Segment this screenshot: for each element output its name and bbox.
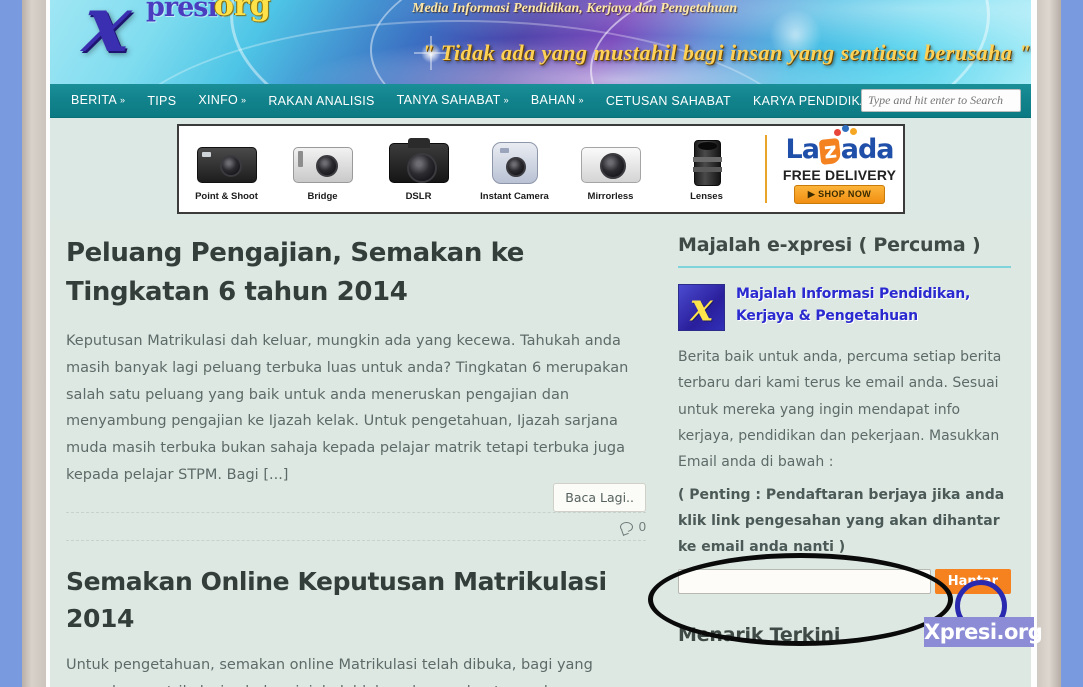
nav-label: KARYA PENDIDIKAN <box>752 93 879 108</box>
main-navigation: BERITA» TIPS XINFO» RAKAN ANALISIS TANYA… <box>50 84 1031 118</box>
ad-camera-lenses[interactable]: Lenses <box>659 126 755 212</box>
post-article: Semakan Online Keputusan Matrikulasi 201… <box>66 563 646 687</box>
post-title[interactable]: Semakan Online Keputusan Matrikulasi 201… <box>66 563 646 638</box>
comment-count: 0 <box>638 518 646 534</box>
lazada-ada: ada <box>840 134 895 165</box>
lazada-dots-decor <box>834 125 860 137</box>
nav-label: BAHAN <box>530 93 576 107</box>
lazada-la: La <box>785 134 819 165</box>
post-excerpt: Keputusan Matrikulasi dah keluar, mungki… <box>66 333 629 484</box>
nav-label: XINFO <box>198 93 239 107</box>
chevron-down-icon: » <box>120 95 126 105</box>
ad-camera-label: Mirrorless <box>587 190 634 202</box>
nav-item-tanya-sahabat[interactable]: TANYA SAHABAT» <box>386 83 520 118</box>
ad-camera-dslr[interactable]: DSLR <box>371 126 467 212</box>
lens-icon <box>670 137 744 189</box>
camera-icon <box>382 137 456 189</box>
ad-camera-label: Instant Camera <box>480 190 549 202</box>
lazada-logo: La z ada <box>785 125 895 165</box>
post-article: Peluang Pengajian, Semakan ke Tingkatan … <box>66 234 646 541</box>
banner-tagline: Media Informasi Pendidikan, Kerjaya dan … <box>412 1 738 16</box>
page-content: Peluang Pengajian, Semakan ke Tingkatan … <box>50 220 1031 687</box>
main-column: Peluang Pengajian, Semakan ke Tingkatan … <box>66 234 666 687</box>
post-excerpt: Untuk pengetahuan, semakan online Matrik… <box>66 656 623 687</box>
chevron-down-icon: » <box>578 95 584 105</box>
page-right-edge-strip <box>1037 0 1061 687</box>
post-meta: 0 <box>66 511 646 541</box>
magazine-promo-block: Majalah Informasi Pendidikan, Kerjaya & … <box>678 284 1011 331</box>
logo-text-org: org <box>214 0 271 23</box>
lazada-camera-ad[interactable]: Point & Shoot Bridge DSLR Instant Camera… <box>176 124 905 214</box>
nav-item-tips[interactable]: TIPS <box>136 84 187 118</box>
ad-camera-label: Lenses <box>690 190 723 202</box>
subscribe-form: Hantar <box>678 568 1011 594</box>
chevron-down-icon: » <box>503 95 509 105</box>
lazada-z: z <box>818 138 841 165</box>
subscribe-note-text: ( Penting : Pendaftaran berjaya jika and… <box>678 486 1005 556</box>
ad-camera-bridge[interactable]: Bridge <box>275 126 371 212</box>
nav-label: CETUSAN SAHABAT <box>605 93 731 108</box>
lazada-block[interactable]: La z ada FREE DELIVERY ▶ SHOP NOW <box>777 125 903 212</box>
nav-item-berita[interactable]: BERITA» <box>60 83 136 118</box>
ad-camera-mirrorless[interactable]: Mirrorless <box>563 126 659 212</box>
nav-item-bahan[interactable]: BAHAN» <box>520 83 595 118</box>
camera-icon <box>190 137 264 189</box>
banner-quote: " Tidak ada yang mustahil bagi insan yan… <box>422 40 1031 65</box>
camera-icon <box>286 137 360 189</box>
advertisement-area: Point & Shoot Bridge DSLR Instant Camera… <box>50 118 1031 220</box>
browser-page-frame: x presi. org Media Informasi Pendidikan,… <box>0 0 1083 687</box>
ad-divider <box>764 135 767 203</box>
nav-label: RAKAN ANALISIS <box>268 93 375 108</box>
nav-item-xinfo[interactable]: XINFO» <box>187 83 257 118</box>
watermark-label: Xpresi.org <box>924 617 1043 647</box>
nav-label: BERITA <box>71 93 118 107</box>
site-banner: x presi. org Media Informasi Pendidikan,… <box>50 0 1031 84</box>
magazine-logo-icon <box>678 284 725 331</box>
nav-label: TANYA SAHABAT <box>396 93 501 107</box>
page-left-edge-strip <box>22 0 46 687</box>
ad-camera-label: Bridge <box>307 190 338 202</box>
ad-camera-label: Point & Shoot <box>195 190 258 202</box>
submit-subscribe-button[interactable]: Hantar <box>934 568 1011 594</box>
camera-icon <box>478 137 552 189</box>
nav-item-cetusan-sahabat[interactable]: CETUSAN SAHABAT <box>595 84 742 118</box>
widget-title-majalah: Majalah e-xpresi ( Percuma ) <box>678 234 1011 268</box>
camera-icon <box>574 137 648 189</box>
magazine-promo-text: Majalah Informasi Pendidikan, Kerjaya & … <box>736 286 971 324</box>
nav-label: TIPS <box>147 93 177 108</box>
ad-camera-label: DSLR <box>405 190 432 202</box>
lazada-free-delivery-text: FREE DELIVERY <box>782 167 897 183</box>
search-input[interactable] <box>861 89 1021 112</box>
comment-bubble-icon <box>619 521 633 532</box>
read-more-button[interactable]: Baca Lagi.. <box>553 482 646 512</box>
subscribe-intro-text: Berita baik untuk anda, percuma setiap b… <box>678 349 1002 471</box>
shop-now-button[interactable]: ▶ SHOP NOW <box>793 185 886 204</box>
nav-item-rakan-analisis[interactable]: RAKAN ANALISIS <box>257 84 385 118</box>
ad-camera-instant[interactable]: Instant Camera <box>467 126 563 212</box>
post-title[interactable]: Peluang Pengajian, Semakan ke Tingkatan … <box>66 234 646 312</box>
website-container: x presi. org Media Informasi Pendidikan,… <box>50 0 1031 687</box>
chevron-down-icon: » <box>241 95 247 105</box>
page-right-gutter <box>1031 0 1037 687</box>
site-logo[interactable]: x presi. org <box>68 0 298 70</box>
email-input[interactable] <box>678 568 931 594</box>
ad-camera-point-and-shoot[interactable]: Point & Shoot <box>179 126 275 212</box>
logo-letter-x: x <box>79 0 136 70</box>
